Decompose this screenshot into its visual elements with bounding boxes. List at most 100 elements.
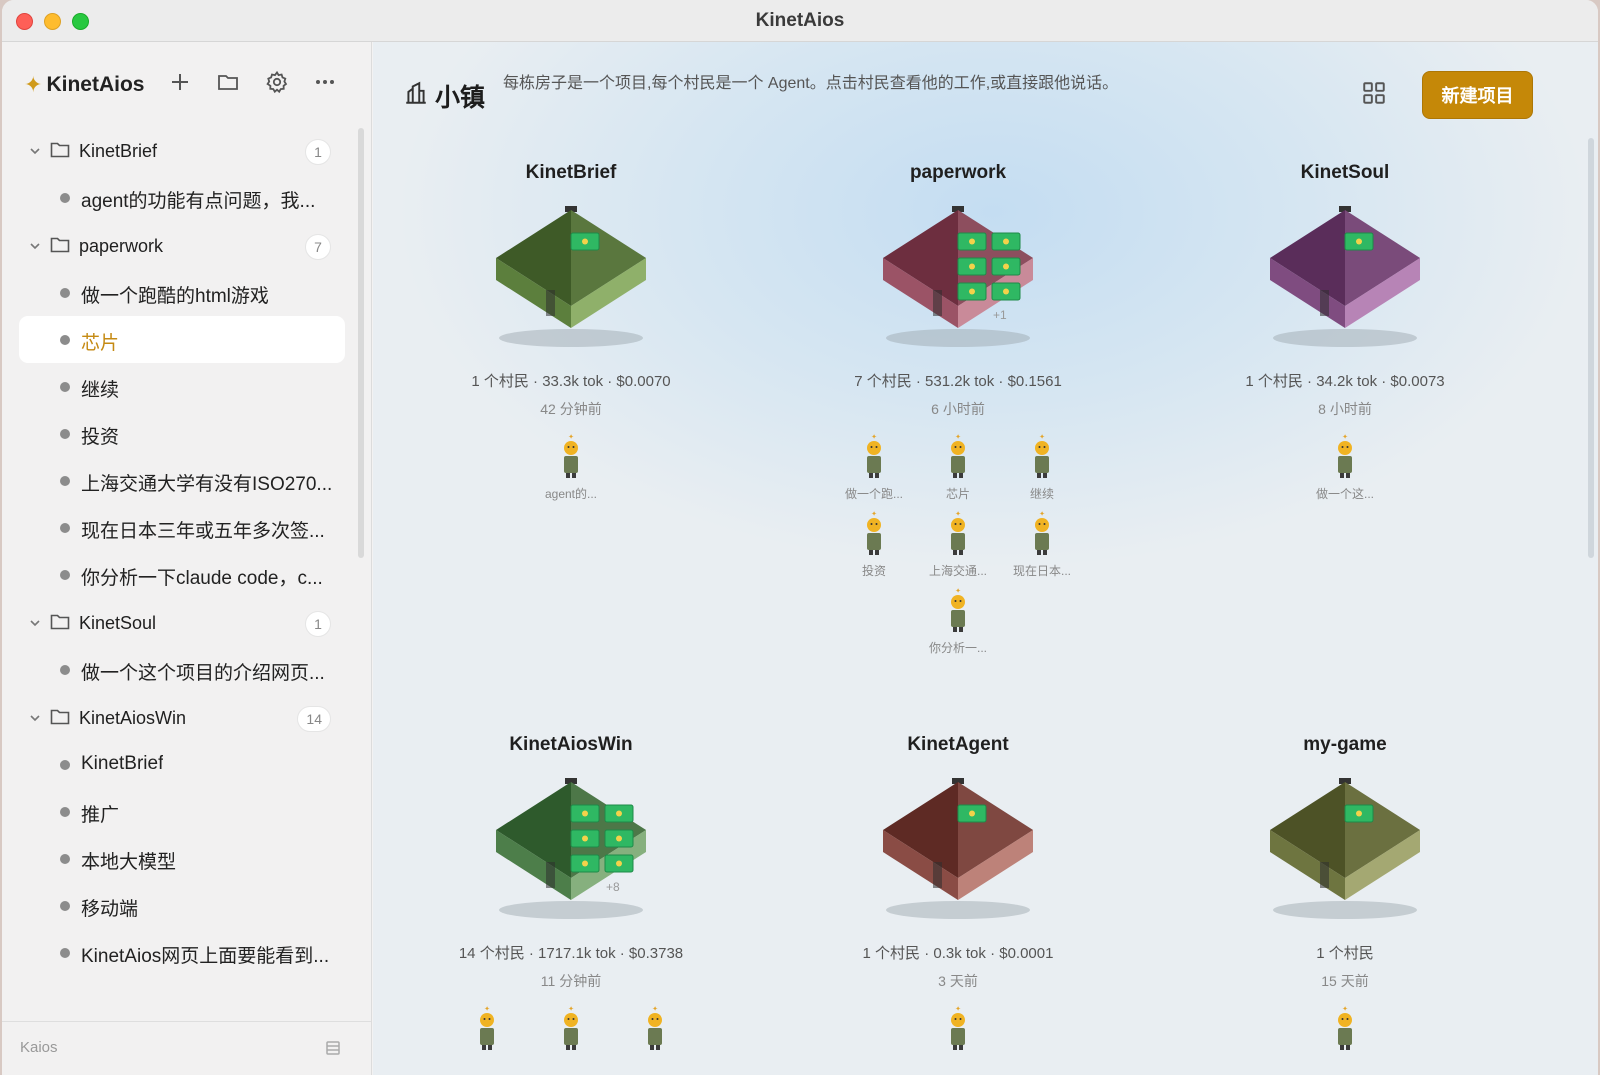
chevron-down-icon[interactable] (28, 616, 42, 630)
plus-icon (172, 74, 188, 90)
villager-label: 继续 (1029, 487, 1054, 501)
titlebar: KinetAios (2, 0, 1598, 42)
session-item[interactable]: 推广 (19, 788, 345, 835)
villager-label: 芯片 (945, 487, 970, 501)
more-icon (316, 80, 334, 84)
session-label: 你分析一下claude code，c... (81, 568, 323, 589)
sparkle-icon: ✦ (24, 72, 43, 97)
project-updated-time: 11 分钟前 (540, 973, 602, 989)
project-card[interactable]: my-game 1 个村民 15 天前 ✦ (1180, 734, 1510, 1057)
house-icon[interactable] (481, 770, 661, 930)
house-icon[interactable] (1255, 770, 1435, 930)
villager-icon: ✦ (867, 433, 881, 478)
villager[interactable]: ✦ 做一个跑... (842, 433, 906, 502)
project-group[interactable]: paperwork 7 (19, 225, 345, 269)
project-group-name: paperwork (79, 236, 164, 256)
project-stats: 7 个村民 · 531.2k tok · $0.1561 (854, 373, 1062, 390)
session-label: 现在日本三年或五年多次签... (81, 521, 325, 542)
sidebar-scrollbar[interactable] (358, 128, 364, 558)
svg-text:✦: ✦ (652, 1005, 658, 1013)
project-card[interactable]: KinetBrief 1 个村民 · 33.3k tok · $0.0070 42… (406, 162, 736, 502)
session-label: KinetBrief (81, 753, 164, 774)
villager-icon: ✦ (867, 510, 881, 555)
svg-text:✦: ✦ (1039, 433, 1045, 441)
villager-list: ✦ 做一个这... (1225, 433, 1465, 502)
session-item[interactable]: 芯片 (19, 316, 345, 363)
project-card[interactable]: KinetSoul 1 个村民 · 34.2k tok · $0.0073 8 小… (1180, 162, 1510, 502)
session-item[interactable]: 投资 (19, 410, 345, 457)
session-item[interactable]: agent的功能有点问题，我... (19, 174, 345, 221)
session-item[interactable]: 你分析一下claude code，c... (19, 551, 345, 598)
svg-text:✦: ✦ (568, 1005, 574, 1013)
brand-name: KinetAios (46, 73, 145, 96)
folder-icon (50, 237, 70, 253)
house-icon[interactable] (868, 770, 1048, 930)
open-folder-button[interactable] (210, 64, 246, 100)
house-icon[interactable] (868, 198, 1048, 358)
villager[interactable]: ✦ 做一个这... (1313, 433, 1377, 502)
chevron-down-icon[interactable] (28, 239, 42, 253)
project-updated-time: 15 天前 (1321, 973, 1369, 989)
project-name: KinetSoul (1300, 162, 1390, 183)
villager[interactable]: ✦ 你分析一... (926, 587, 990, 656)
villager[interactable]: ✦ (539, 1005, 603, 1057)
session-item[interactable]: 移动端 (19, 882, 345, 929)
villager[interactable]: ✦ (455, 1005, 519, 1057)
brand: ✦ KinetAios (24, 72, 144, 98)
villager[interactable]: ✦ 投资 (842, 510, 906, 579)
grid-view-icon[interactable] (1361, 80, 1387, 106)
session-label: 芯片 (81, 333, 120, 354)
project-group[interactable]: KinetSoul 1 (19, 602, 345, 646)
villager[interactable]: ✦ 上海交通... (926, 510, 990, 579)
session-label: 本地大模型 (81, 852, 177, 873)
svg-text:✦: ✦ (871, 510, 877, 518)
project-card[interactable]: paperwork +1 7 个村民 · 531.2k tok · $0.1561… (793, 162, 1123, 656)
project-stats: 1 个村民 · 34.2k tok · $0.0073 (1245, 373, 1445, 390)
villager[interactable]: ✦ 芯片 (926, 433, 990, 502)
session-item[interactable]: 上海交通大学有没有ISO270... (19, 457, 345, 504)
villager[interactable]: ✦ agent的... (539, 433, 603, 502)
session-item[interactable]: 现在日本三年或五年多次签... (19, 504, 345, 551)
page-title: 小镇 (435, 84, 486, 112)
villager-icon: ✦ (1035, 433, 1049, 478)
agent-count-badge: 14 (297, 706, 331, 732)
project-card[interactable]: KinetAiosWin +8 14 个村民 · 1717.1k tok · $0… (406, 734, 736, 1057)
svg-text:✦: ✦ (1039, 510, 1045, 518)
session-item[interactable]: 做一个跑酷的html游戏 (19, 269, 345, 316)
session-item[interactable]: 继续 (19, 363, 345, 410)
villager[interactable]: ✦ 继续 (1010, 433, 1074, 502)
villager[interactable]: ✦ 现在日本... (1010, 510, 1074, 579)
project-card[interactable]: KinetAgent 1 个村民 · 0.3k tok · $0.0001 3 天… (793, 734, 1123, 1057)
session-label: 推广 (81, 805, 120, 826)
add-button[interactable] (162, 64, 198, 100)
house-icon[interactable] (481, 198, 661, 358)
session-label: 上海交通大学有没有ISO270... (81, 474, 333, 495)
villager-label: 现在日本... (1012, 564, 1071, 578)
chevron-down-icon[interactable] (28, 711, 42, 725)
main-scrollbar[interactable] (1588, 138, 1594, 558)
villager[interactable]: ✦ (1313, 1005, 1377, 1057)
project-updated-time: 3 天前 (938, 973, 978, 989)
villager-label: 上海交通... (928, 564, 987, 578)
session-item[interactable]: KinetBrief (19, 741, 345, 788)
villager-label: 做一个这... (1315, 487, 1374, 501)
status-dot (60, 948, 70, 958)
session-item[interactable]: KinetAios网页上面要能看到... (19, 929, 345, 976)
session-item[interactable]: 做一个这个项目的介绍网页... (19, 646, 345, 693)
project-group[interactable]: KinetBrief 1 (19, 130, 345, 174)
chevron-down-icon[interactable] (28, 144, 42, 158)
project-group[interactable]: KinetAiosWin 14 (19, 697, 345, 741)
settings-button[interactable] (259, 64, 295, 100)
villager[interactable]: ✦ (623, 1005, 687, 1057)
status-dot (60, 854, 70, 864)
session-label: 继续 (81, 380, 120, 401)
new-project-button[interactable]: 新建项目 (1422, 71, 1533, 119)
villager-label: 投资 (861, 564, 886, 578)
villager[interactable]: ✦ (926, 1005, 990, 1057)
project-stats: 14 个村民 · 1717.1k tok · $0.3738 (458, 945, 684, 962)
sidebar-toggle-icon[interactable] (325, 1040, 341, 1056)
session-item[interactable]: 本地大模型 (19, 835, 345, 882)
house-icon[interactable] (1255, 198, 1435, 358)
more-button[interactable] (307, 64, 343, 100)
villager-list: ✦ ✦ ✦ (451, 1005, 691, 1057)
